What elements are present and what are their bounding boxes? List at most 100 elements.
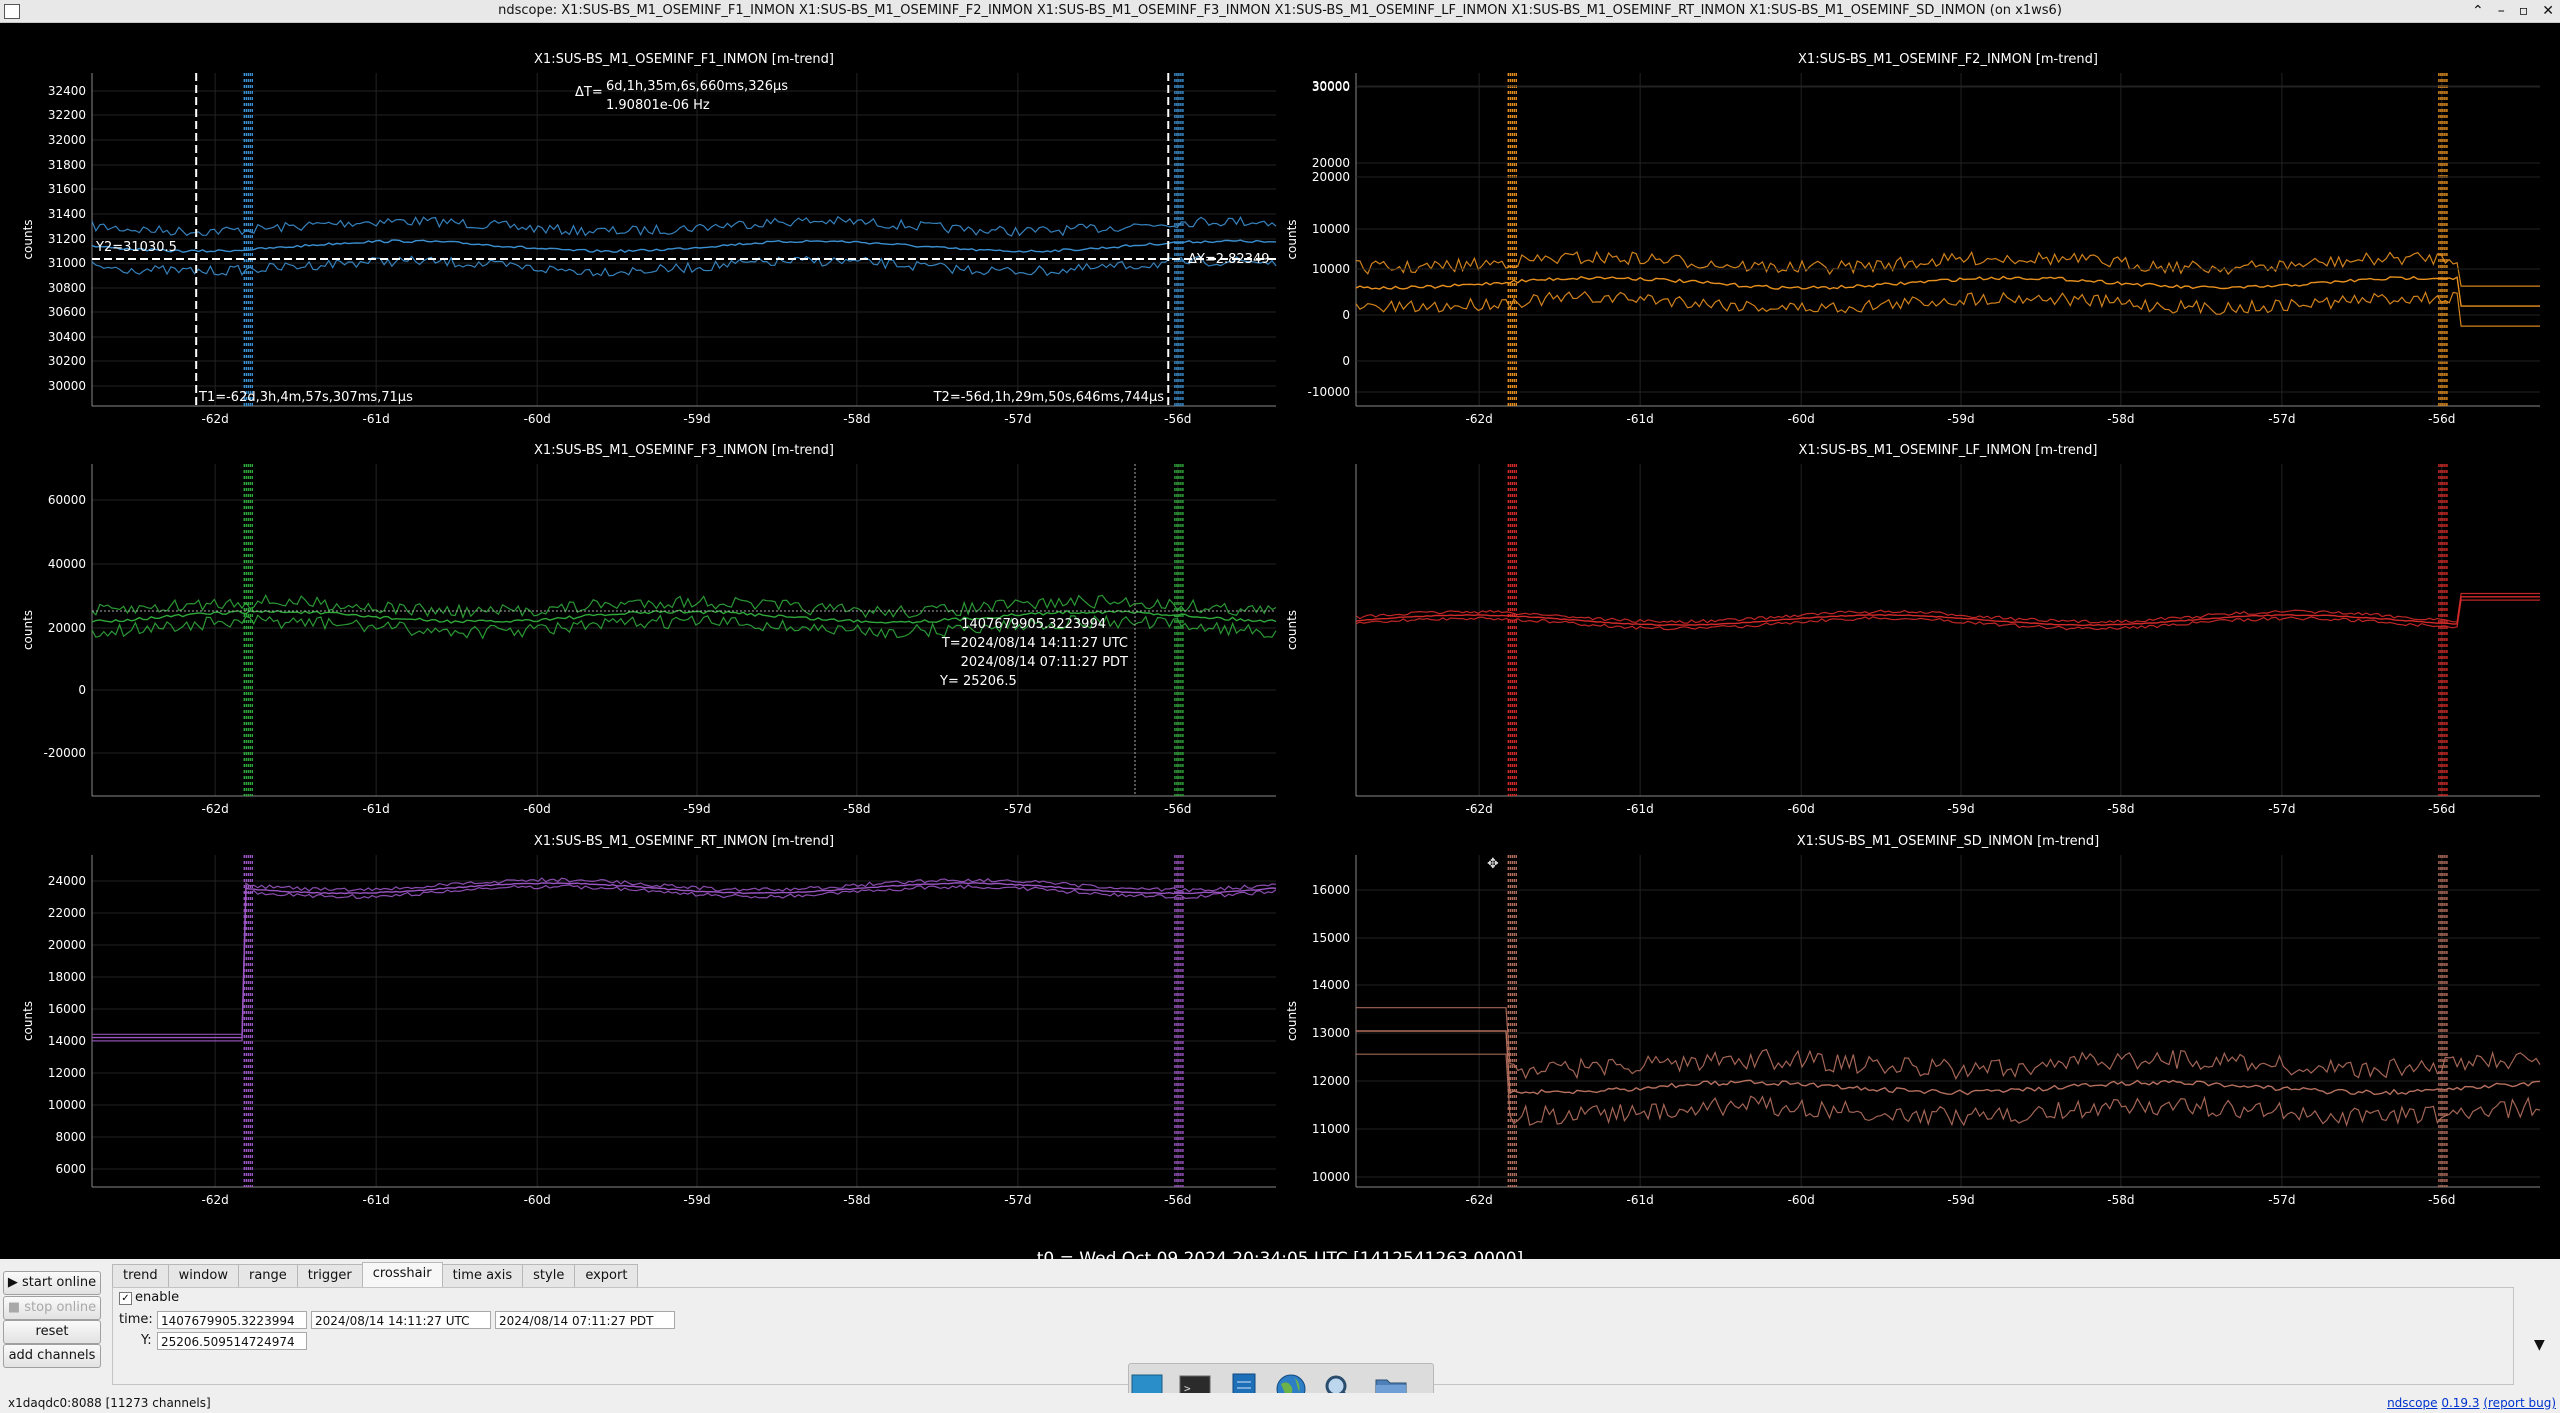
mouse-cursor-icon: ✥ bbox=[1487, 856, 1499, 872]
y-tick-label: 6000 bbox=[55, 1162, 86, 1176]
plot-grid[interactable]: X1:SUS-BS_M1_OSEMINF_F1_INMON [m-trend] c… bbox=[0, 23, 2560, 1269]
plots-canvas[interactable]: X1:SUS-BS_M1_OSEMINF_F1_INMON [m-trend] c… bbox=[0, 23, 2560, 1259]
server-status: x1daqdc0:8088 [11273 channels] bbox=[8, 1396, 211, 1410]
time-gps-field[interactable]: 1407679905.3223994 bbox=[157, 1311, 307, 1329]
x-tick-label: -59d bbox=[1947, 412, 1974, 426]
add-channels-button[interactable]: add channels bbox=[3, 1344, 101, 1368]
x-tick-label: -60d bbox=[524, 1193, 551, 1207]
y-axis-label: counts bbox=[21, 1001, 35, 1041]
shade-button[interactable]: ⌃ bbox=[2472, 0, 2484, 22]
window-titlebar: ndscope: X1:SUS-BS_M1_OSEMINF_F1_INMON X… bbox=[0, 0, 2560, 23]
close-button[interactable]: ✕ bbox=[2542, 0, 2554, 22]
y-tick-label: 24000 bbox=[48, 874, 86, 888]
app-name-link[interactable]: ndscope bbox=[2387, 1396, 2437, 1410]
x-tick-label: -59d bbox=[1947, 1193, 1974, 1207]
delta-t-value: 6d,1h,35m,6s,660ms,326μs bbox=[606, 79, 788, 94]
app-icon bbox=[4, 4, 20, 19]
plot-title: X1:SUS-BS_M1_OSEMINF_RT_INMON [m-trend] bbox=[534, 834, 834, 849]
version-link[interactable]: 0.19.3 bbox=[2441, 1396, 2479, 1410]
y-tick-label: 0 bbox=[1342, 354, 1350, 368]
x-tick-label: -62d bbox=[202, 412, 229, 426]
x-tick-label: -62d bbox=[202, 802, 229, 816]
tab-trigger[interactable]: trigger bbox=[296, 1264, 363, 1287]
report-bug-link[interactable]: (report bug) bbox=[2483, 1396, 2556, 1410]
y-value-field[interactable]: 25206.509514724974 bbox=[157, 1332, 307, 1350]
crosshair-pdt: 2024/08/14 07:11:27 PDT bbox=[961, 655, 1128, 670]
x-tick-label: -58d bbox=[843, 802, 870, 816]
trace-mean bbox=[1355, 275, 2540, 307]
trace-max bbox=[1356, 1007, 2541, 1081]
enable-checkbox[interactable]: ✓ bbox=[119, 1292, 132, 1305]
x-tick-label: -60d bbox=[524, 802, 551, 816]
x-tick-label: -61d bbox=[363, 1193, 390, 1207]
y-axis-label: counts bbox=[1285, 1001, 1299, 1041]
y-axis-label: counts bbox=[21, 610, 35, 650]
t2-value: T2=-56d,1h,29m,50s,646ms,744μs bbox=[933, 390, 1165, 405]
time-pdt-field[interactable]: 2024/08/14 07:11:27 PDT bbox=[495, 1311, 675, 1329]
plot-f2: X1:SUS-BS_M1_OSEMINF_F2_INMON [m-trend] c… bbox=[1285, 52, 2540, 426]
window-title: ndscope: X1:SUS-BS_M1_OSEMINF_F1_INMON X… bbox=[498, 3, 2062, 18]
x-tick-label: -56d bbox=[1164, 802, 1191, 816]
plot-title: X1:SUS-BS_M1_OSEMINF_SD_INMON [m-trend] bbox=[1797, 834, 2099, 849]
y-tick-label: 30600 bbox=[48, 305, 86, 319]
y-tick-label: 8000 bbox=[55, 1130, 86, 1144]
y-tick-label: 31000 bbox=[48, 256, 86, 270]
y-tick-label: 0 bbox=[78, 683, 86, 697]
collapse-arrow-icon[interactable]: ▼ bbox=[2534, 1337, 2545, 1353]
tab-crosshair[interactable]: crosshair bbox=[361, 1262, 443, 1287]
trace-min bbox=[1355, 290, 2540, 327]
y-tick-label: 10000 bbox=[48, 1098, 86, 1112]
plot-lf: X1:SUS-BS_M1_OSEMINF_LF_INMON [m-trend] c… bbox=[1285, 79, 2540, 816]
y-tick-label: 40000 bbox=[48, 557, 86, 571]
y-tick-label: 20000 bbox=[1312, 170, 1350, 184]
x-tick-label: -62d bbox=[202, 1193, 229, 1207]
y-tick-label: 18000 bbox=[48, 970, 86, 984]
y-tick-label: 30000 bbox=[1312, 79, 1350, 93]
y-tick-label: 10000 bbox=[1312, 1170, 1350, 1184]
x-tick-label: -61d bbox=[363, 412, 390, 426]
x-tick-label: -58d bbox=[843, 1193, 870, 1207]
x-tick-label: -61d bbox=[363, 802, 390, 816]
x-tick-label: -58d bbox=[2107, 412, 2134, 426]
x-tick-label: -59d bbox=[683, 412, 710, 426]
tab-time-axis[interactable]: time axis bbox=[441, 1264, 524, 1287]
x-tick-label: -57d bbox=[1004, 1193, 1031, 1207]
y-tick-label: 12000 bbox=[48, 1066, 86, 1080]
time-utc-field[interactable]: 2024/08/14 14:11:27 UTC bbox=[311, 1311, 491, 1329]
start-online-button[interactable]: ▶ start online bbox=[3, 1271, 101, 1295]
tab-trend[interactable]: trend bbox=[112, 1264, 169, 1287]
time-label: time: bbox=[119, 1312, 153, 1327]
version-info: ndscope 0.19.3 (report bug) bbox=[2387, 1396, 2556, 1410]
y-tick-label: 30200 bbox=[48, 354, 86, 368]
y-tick-label: 13000 bbox=[1312, 1026, 1350, 1040]
tab-style[interactable]: style bbox=[522, 1264, 576, 1287]
tab-range[interactable]: range bbox=[237, 1264, 298, 1287]
y-tick-label: 14000 bbox=[48, 1034, 86, 1048]
y-tick-label: 20000 bbox=[48, 938, 86, 952]
y-tick-label: -10000 bbox=[1307, 385, 1350, 399]
y-axis-label: counts bbox=[21, 219, 35, 259]
trace-max bbox=[91, 215, 1277, 237]
x-tick-label: -62d bbox=[1466, 802, 1493, 816]
reset-button[interactable]: reset bbox=[3, 1320, 101, 1344]
tab-window[interactable]: window bbox=[167, 1264, 239, 1287]
y-tick-label: 12000 bbox=[1312, 1074, 1350, 1088]
enable-label: enable bbox=[135, 1290, 180, 1305]
y-tick-label: 31600 bbox=[48, 182, 86, 196]
maximize-button[interactable]: ▫ bbox=[2519, 0, 2529, 22]
x-tick-label: -56d bbox=[2428, 802, 2455, 816]
plot-rt: X1:SUS-BS_M1_OSEMINF_RT_INMON [m-trend] c… bbox=[21, 834, 1277, 1207]
tab-export[interactable]: export bbox=[574, 1264, 639, 1287]
minimize-button[interactable]: – bbox=[2498, 0, 2505, 22]
y-tick-label: 30000 bbox=[48, 379, 86, 393]
y-tick-label: 0 bbox=[1342, 308, 1350, 322]
y-tick-label: 10000 bbox=[1312, 262, 1350, 276]
y-tick-label: 32200 bbox=[48, 108, 86, 122]
delta-y-value: ΔY=2.82349 bbox=[1188, 252, 1270, 267]
y-tick-label: 22000 bbox=[48, 906, 86, 920]
plot-title: X1:SUS-BS_M1_OSEMINF_F2_INMON [m-trend] bbox=[1798, 52, 2098, 67]
y-tick-label: 31400 bbox=[48, 207, 86, 221]
stop-online-button[interactable]: ■ stop online bbox=[3, 1296, 101, 1320]
plot-title: X1:SUS-BS_M1_OSEMINF_F1_INMON [m-trend] bbox=[534, 52, 834, 67]
x-tick-label: -57d bbox=[1004, 412, 1031, 426]
